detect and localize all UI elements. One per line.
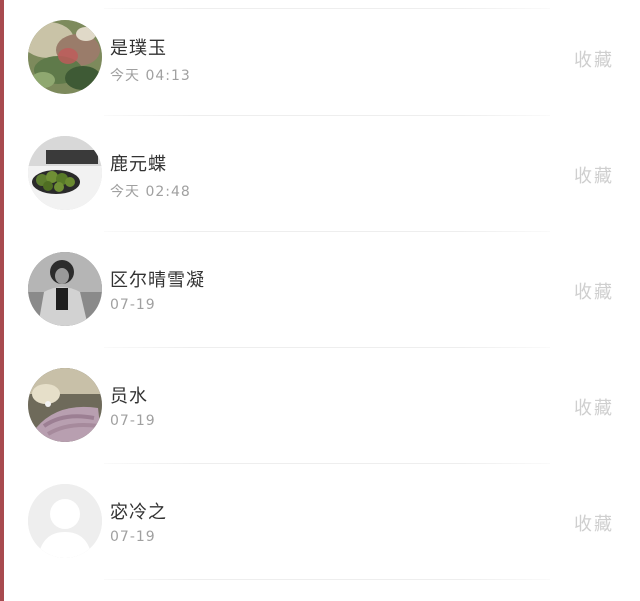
contact-name: 区尔晴雪凝 [110,270,205,291]
favorite-button[interactable]: 收藏 [574,510,614,536]
contact-name: 鹿元蝶 [110,154,167,175]
favorite-button[interactable]: 收藏 [574,394,614,420]
default-avatar-icon[interactable] [28,484,102,558]
favorite-button[interactable]: 收藏 [574,162,614,188]
timestamp: 今天 02:48 [110,184,191,200]
timestamp: 07-19 [110,413,156,429]
contact-name: 宓冷之 [110,502,167,523]
list-item[interactable]: 区尔晴雪凝 07-19 收藏 [0,232,640,348]
list-item[interactable]: 宓冷之 07-19 收藏 [0,464,640,580]
photo-food-bowl-icon[interactable] [28,136,102,210]
list-item[interactable]: 是璞玉 今天 04:13 收藏 [0,0,640,116]
photo-hand-icon[interactable] [28,368,102,442]
timestamp: 07-19 [110,529,156,545]
favorites-page: 是璞玉 今天 04:13 收藏 鹿元蝶 今天 02:48 收藏 区尔晴雪凝 07… [0,0,640,601]
list-item[interactable]: 员水 07-19 收藏 [0,348,640,464]
favorite-button[interactable]: 收藏 [574,46,614,72]
photo-person-bw-icon[interactable] [28,252,102,326]
list-item[interactable]: 鹿元蝶 今天 02:48 收藏 [0,116,640,232]
contact-name: 员水 [110,386,148,407]
favorite-button[interactable]: 收藏 [574,278,614,304]
photo-plants-icon[interactable] [28,20,102,94]
timestamp: 07-19 [110,297,156,313]
timestamp: 今天 04:13 [110,68,191,84]
item-divider [104,579,550,580]
contact-name: 是璞玉 [110,38,167,59]
